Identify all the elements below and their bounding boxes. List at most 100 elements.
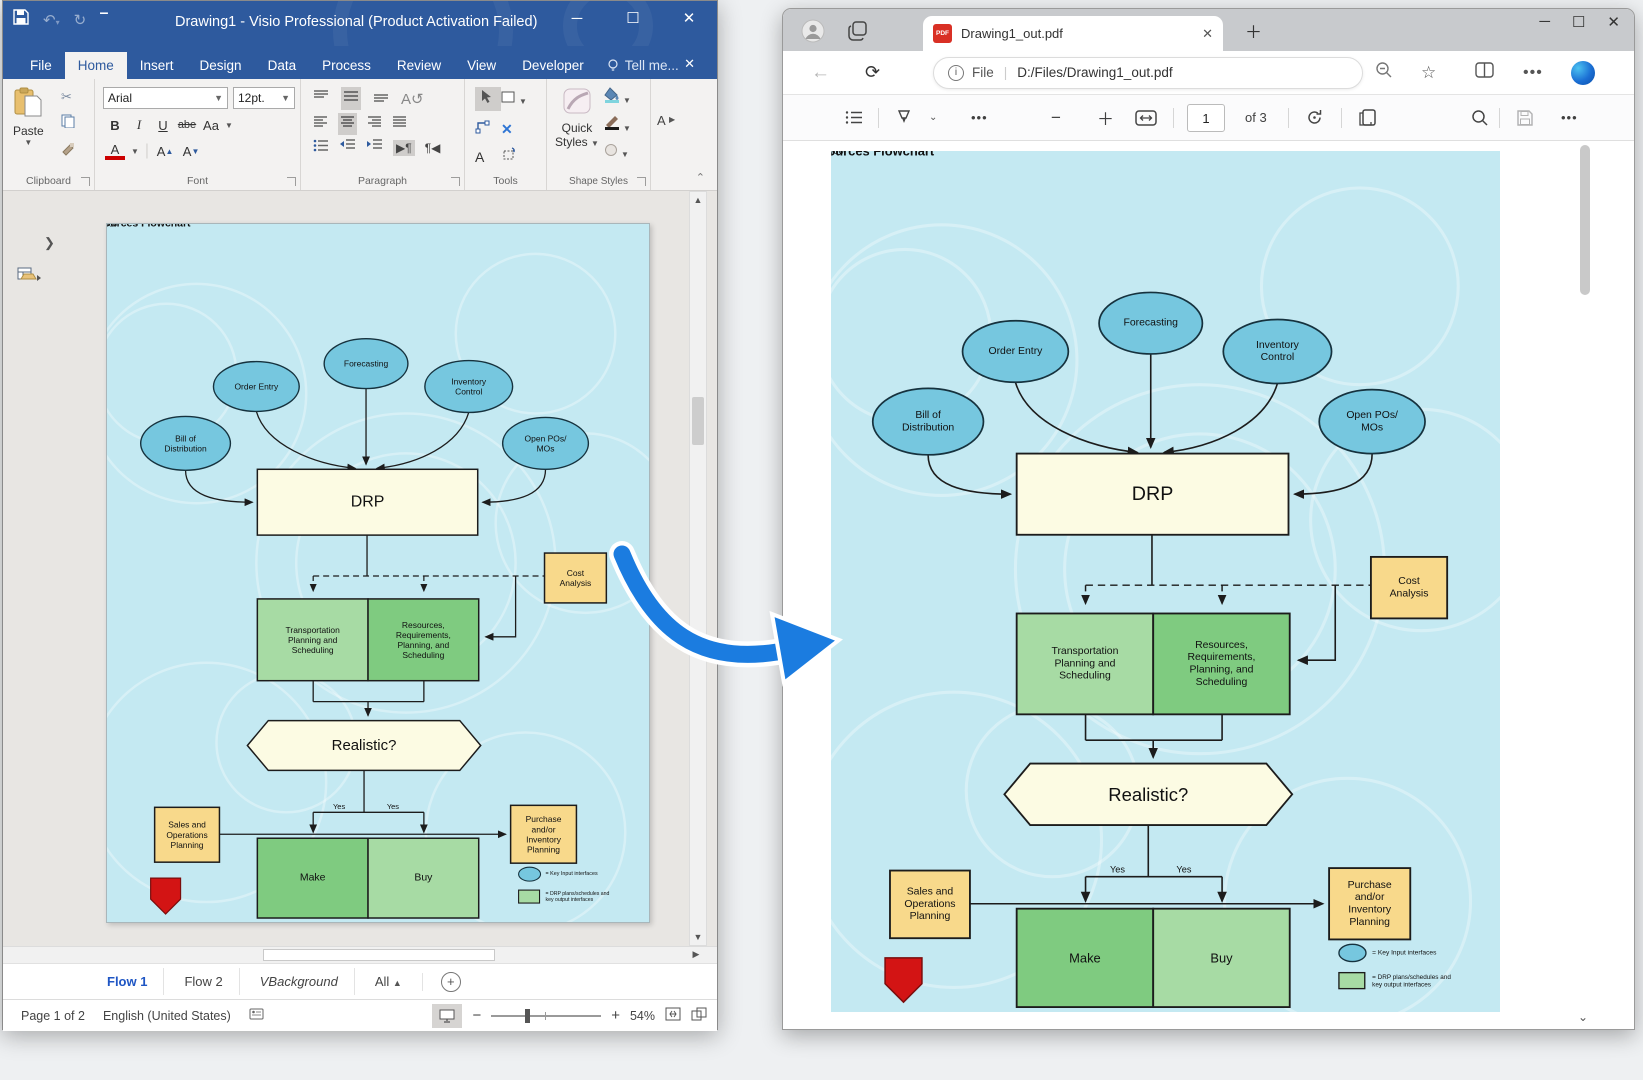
node-purchase-inventory-planning[interactable]: Purchaseand/orInventoryPlanning [511, 805, 577, 863]
visio-maximize-button[interactable]: ☐ [605, 1, 661, 35]
font-name-combo[interactable]: Arial▼ [103, 87, 228, 109]
scroll-down-icon[interactable]: ▼ [690, 932, 706, 942]
switch-windows-icon[interactable] [691, 1007, 707, 1024]
page-view-icon[interactable] [1359, 109, 1379, 126]
add-page-button[interactable]: + [441, 972, 461, 992]
align-bottom-icon[interactable] [373, 89, 389, 108]
shrink-font-button[interactable]: A▼ [181, 141, 201, 161]
grow-font-button[interactable]: A▲ [155, 141, 175, 161]
copilot-icon[interactable] [1571, 61, 1595, 85]
node-bill-of-distribution[interactable]: Bill ofDistribution [141, 416, 231, 470]
sheet-tab-flow1[interactable]: Flow 1 [91, 968, 164, 995]
increase-indent-icon[interactable] [366, 139, 383, 157]
change-case-button[interactable]: Aa [201, 115, 221, 135]
quick-styles-button[interactable]: QuickStyles ▼ [555, 87, 599, 150]
font-color-button[interactable]: A [105, 142, 125, 160]
new-tab-button[interactable]: ＋ [1245, 18, 1262, 43]
connection-point-icon[interactable]: ✕ [501, 121, 535, 138]
tab-file[interactable]: File [17, 52, 65, 79]
address-url[interactable]: D:/Files/Drawing1_out.pdf [1017, 65, 1172, 80]
sheet-tab-flow2[interactable]: Flow 2 [168, 968, 239, 995]
red-arrow-shape[interactable] [151, 878, 181, 914]
underline-button[interactable]: U [153, 115, 173, 135]
strikethrough-button[interactable]: abe [177, 115, 197, 135]
align-top-icon[interactable] [313, 89, 329, 108]
split-screen-icon[interactable] [1475, 62, 1494, 83]
format-painter-icon[interactable] [61, 142, 75, 161]
node-order-entry[interactable]: Order Entry [213, 362, 299, 412]
highlighter-caret-icon[interactable]: ⌄ [929, 112, 937, 123]
zoom-out-button[interactable]: − [472, 1007, 481, 1024]
address-pill[interactable]: i File | D:/Files/Drawing1_out.pdf [933, 57, 1363, 89]
tab-view[interactable]: View [454, 52, 509, 79]
bold-button[interactable]: B [105, 115, 125, 135]
page-info-icon[interactable]: i [948, 65, 964, 81]
pdf-search-icon[interactable] [1471, 109, 1489, 127]
tab-insert[interactable]: Insert [127, 52, 187, 79]
status-page-indicator[interactable]: Page 1 of 2 [21, 1009, 85, 1023]
node-make[interactable]: Make [257, 838, 368, 918]
align-center-icon[interactable] [338, 113, 357, 135]
zoom-slider-thumb[interactable] [525, 1009, 530, 1023]
vertical-scroll-thumb[interactable] [692, 397, 704, 445]
node-resources-requirements[interactable]: Resources,Requirements,Planning, andSche… [368, 599, 479, 681]
profile-avatar[interactable] [801, 19, 825, 48]
save-pdf-icon[interactable] [1517, 110, 1533, 126]
shape-styles-dialog-launcher[interactable] [637, 177, 646, 186]
tell-me-box[interactable]: Tell me... [597, 52, 689, 79]
tab-review[interactable]: Review [384, 52, 454, 79]
clipboard-dialog-launcher[interactable] [81, 177, 90, 186]
connector[interactable] [256, 411, 355, 468]
text-tool-icon[interactable]: A [475, 149, 501, 165]
customize-qat-icon[interactable]: ▔ [100, 14, 108, 25]
pdf-scroll-down-icon[interactable]: ⌄ [1578, 1010, 1588, 1024]
node-inventory-control[interactable]: InventoryControl [425, 361, 513, 413]
zoom-slider[interactable] [491, 1015, 601, 1017]
pdf-scroll-thumb[interactable] [1580, 145, 1590, 295]
crop-rotate-icon[interactable] [501, 147, 535, 167]
font-dialog-launcher[interactable] [287, 177, 296, 186]
paragraph-dialog-launcher[interactable] [451, 177, 460, 186]
visio-close-button[interactable]: ✕ [661, 1, 717, 35]
justify-icon[interactable] [392, 115, 407, 133]
browser-tab[interactable]: PDF Drawing1_out.pdf ✕ [923, 16, 1223, 51]
node-sales-operations-planning[interactable]: Sales andOperationsPlanning [155, 807, 220, 862]
favorite-star-icon[interactable]: ☆ [1421, 63, 1436, 83]
align-left-icon[interactable] [313, 115, 328, 133]
horizontal-scrollbar[interactable]: ◀ ▶ [3, 946, 717, 963]
node-transportation-planning[interactable]: TransportationPlanning andScheduling [257, 599, 368, 681]
sheet-tab-vbackground[interactable]: VBackground [244, 968, 355, 995]
tab-developer[interactable]: Developer [509, 52, 597, 79]
expand-shapes-panel-icon[interactable]: ❯ [44, 235, 55, 251]
drawing-page[interactable]: Distribution Resources Flowchart6/1/00Or… [106, 223, 650, 923]
node-buy[interactable]: Buy [368, 838, 479, 918]
rectangle-tool-icon[interactable]: ▼ [501, 90, 535, 109]
highlighter-icon[interactable] [895, 109, 913, 126]
fill-color-icon[interactable]: ▼ [603, 87, 631, 108]
presentation-mode-icon[interactable] [432, 1004, 462, 1028]
clear-formatting-icon[interactable]: A↺ [401, 90, 424, 108]
fit-page-icon[interactable] [665, 1007, 681, 1024]
horizontal-scroll-thumb[interactable] [263, 949, 495, 961]
edge-close-button[interactable]: ✕ [1607, 13, 1620, 31]
pdf-zoom-out-icon[interactable]: − [1051, 108, 1061, 128]
scroll-up-icon[interactable]: ▲ [690, 195, 706, 205]
toc-icon[interactable] [845, 110, 863, 125]
zoom-out-page-icon[interactable] [1375, 61, 1393, 84]
decrease-indent-icon[interactable] [339, 139, 356, 157]
rotate-icon[interactable] [1305, 108, 1324, 127]
status-language[interactable]: English (United States) [103, 1009, 231, 1023]
refresh-icon[interactable]: ⟳ [865, 62, 880, 83]
macro-record-icon[interactable] [249, 1007, 265, 1024]
line-color-icon[interactable]: ▼ [603, 115, 631, 136]
scroll-right-icon[interactable]: ▶ [675, 949, 717, 960]
pointer-tool-icon[interactable] [475, 87, 501, 111]
tab-close-icon[interactable]: ✕ [1202, 26, 1213, 42]
back-icon[interactable]: ← [811, 62, 830, 84]
page-number-input[interactable] [1187, 104, 1225, 132]
node-drp[interactable]: DRP [257, 469, 477, 535]
sheet-tab-all[interactable]: All ▲ [359, 968, 418, 995]
edge-minimize-button[interactable]: ─ [1539, 13, 1550, 31]
node-forecasting[interactable]: Forecasting [324, 339, 408, 389]
save-icon[interactable] [13, 9, 29, 30]
